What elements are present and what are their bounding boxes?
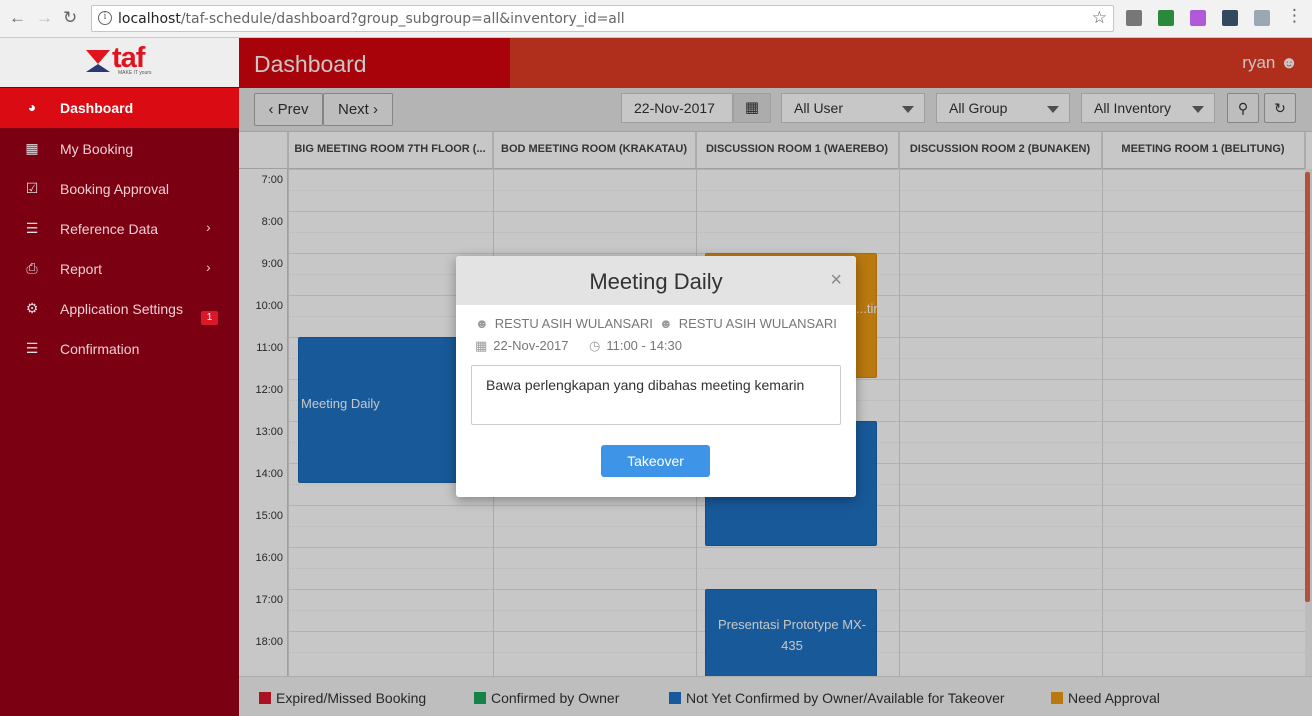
url-host: localhost — [118, 11, 181, 27]
booking-date: ▦ 22-Nov-2017 — [475, 338, 568, 354]
modal-title: Meeting Daily — [589, 269, 723, 294]
sidebar-item-label: Reference Data — [60, 221, 159, 237]
booking-time-value: 11:00 - 14:30 — [606, 338, 682, 353]
sidebar-item-my-booking[interactable]: ▦ My Booking — [0, 129, 239, 169]
site-info-icon[interactable]: i — [98, 11, 112, 25]
booking-detail-modal: Meeting Daily × ☻ RESTU ASIH WULANSARI ☻ R… — [456, 256, 856, 497]
takeover-button[interactable]: Takeover — [601, 445, 710, 477]
calendar-icon: ▦ — [475, 338, 488, 353]
forward-icon[interactable]: → — [36, 8, 53, 28]
user-icon: ☻ — [475, 316, 489, 331]
taf-logo-icon — [86, 50, 110, 72]
calendar-icon: ▦ — [25, 140, 39, 156]
sidebar-item-label: My Booking — [60, 141, 134, 157]
brand-tagline: MAKE IT yours — [118, 70, 152, 76]
sidebar-item-label: Booking Approval — [60, 181, 169, 197]
sidebar-item-label: Confirmation — [60, 341, 140, 357]
sidebar-item-label: Report — [60, 261, 103, 277]
list-icon: ☰ — [25, 340, 39, 356]
booking-date-value: 22-Nov-2017 — [493, 338, 569, 353]
sidebar-item-confirmation[interactable]: ☰ Confirmation — [0, 329, 239, 369]
booking-group: ☻ RESTU ASIH WULANSARI — [659, 316, 837, 331]
booking-owner: ☻ RESTU ASIH WULANSARI — [475, 316, 653, 331]
extension-icon-2[interactable] — [1158, 10, 1174, 26]
checkbox-icon: ☑ — [25, 180, 39, 196]
browser-toolbar: ← → ↻ i localhost/taf-schedule/dashboard… — [0, 0, 1312, 38]
booking-time: ◷ 11:00 - 14:30 — [589, 338, 682, 354]
bookmark-star-icon[interactable]: ☆ — [1092, 8, 1107, 28]
download-extension-icon[interactable] — [1254, 10, 1270, 26]
back-icon[interactable]: ← — [9, 8, 26, 28]
users-icon: ☻ — [659, 316, 673, 331]
database-icon: ☰ — [25, 220, 39, 236]
booking-note: Bawa perlengkapan yang dibahas meeting k… — [471, 365, 841, 425]
extension-icon-4[interactable] — [1222, 10, 1238, 26]
booking-owner-name: RESTU ASIH WULANSARI — [494, 316, 653, 331]
chevron-right-icon: › — [206, 219, 211, 235]
printer-icon: ⎙ — [26, 260, 38, 276]
sidebar: taf MAKE IT yours ◕ Dashboard ▦ My Booki… — [0, 38, 239, 716]
sidebar-item-label: Application Settings — [60, 301, 183, 317]
url-text: localhost/taf-schedule/dashboard?group_s… — [118, 11, 625, 27]
logo-area[interactable]: taf MAKE IT yours — [0, 38, 239, 87]
sidebar-item-booking-approval[interactable]: ☑ Booking Approval 1 — [0, 169, 239, 325]
url-path: /taf-schedule/dashboard?group_subgroup=a… — [180, 11, 625, 27]
modal-header: Meeting Daily × — [456, 256, 856, 305]
dashboard-icon: ◕ — [27, 99, 37, 115]
sidebar-item-report[interactable]: ⎙ Report › — [0, 249, 239, 289]
feather-extension-icon[interactable] — [1190, 10, 1206, 26]
sidebar-item-application-settings[interactable]: ⚙ Application Settings — [0, 289, 239, 329]
close-icon[interactable]: × — [830, 269, 842, 292]
app-root: ← → ↻ i localhost/taf-schedule/dashboard… — [0, 0, 1312, 716]
chevron-right-icon: › — [206, 259, 211, 275]
sidebar-item-dashboard[interactable]: ◕ Dashboard — [0, 88, 239, 128]
camera-extension-icon[interactable] — [1126, 10, 1142, 26]
address-bar[interactable]: i localhost/taf-schedule/dashboard?group… — [91, 5, 1114, 32]
reload-icon[interactable]: ↻ — [63, 8, 77, 28]
sidebar-item-label: Dashboard — [60, 100, 134, 116]
sidebar-item-reference-data[interactable]: ☰ Reference Data › — [0, 209, 239, 249]
menu-dots-icon[interactable]: ⋮ — [1286, 6, 1303, 26]
clock-icon: ◷ — [589, 338, 601, 353]
gear-icon: ⚙ — [25, 300, 39, 316]
booking-group-name: RESTU ASIH WULANSARI — [678, 316, 837, 331]
